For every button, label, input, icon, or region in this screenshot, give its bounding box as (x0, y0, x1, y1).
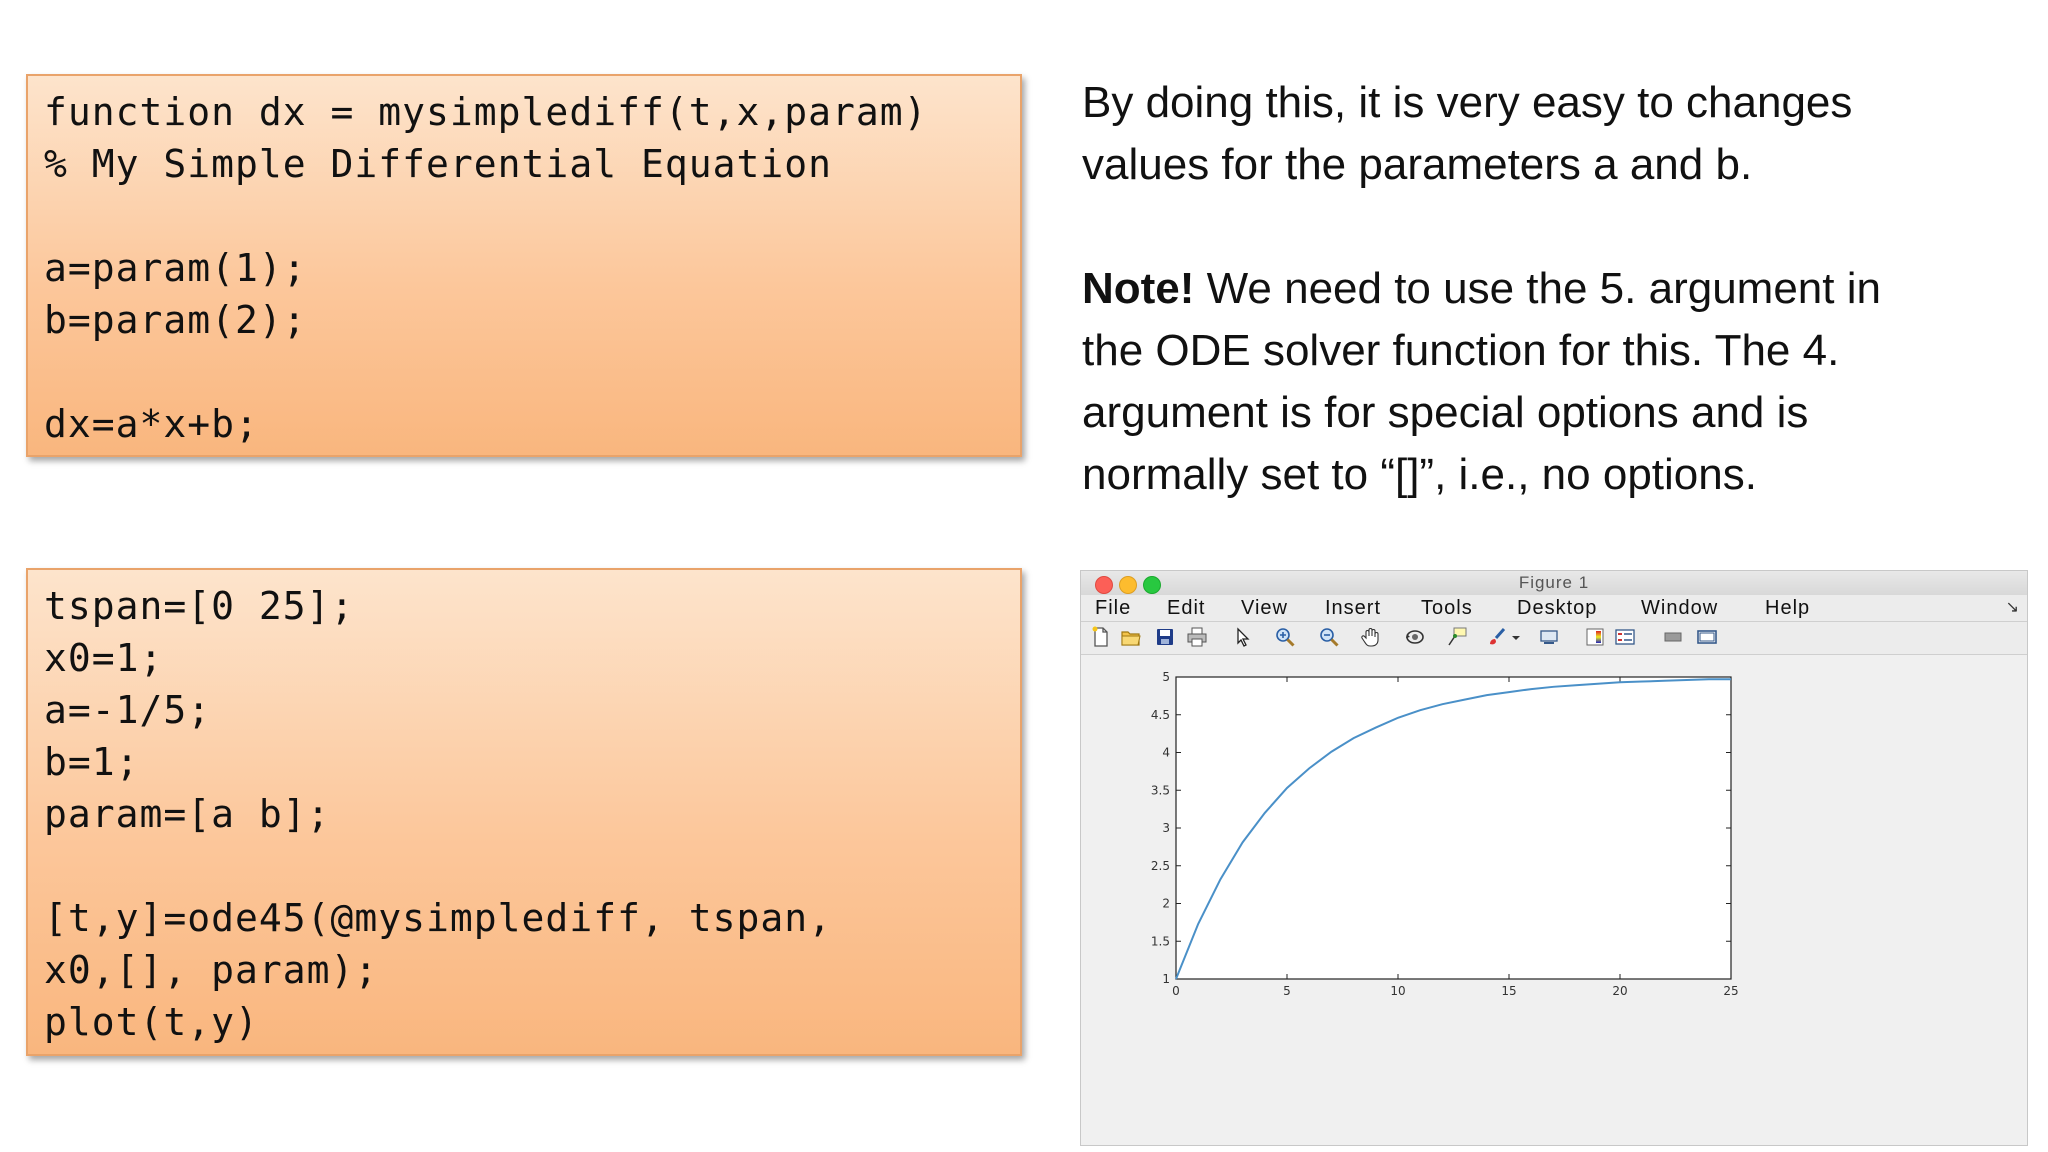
menu-file[interactable]: File (1095, 597, 1131, 620)
function-code-block: function dx = mysimplediff(t,x,param) % M… (26, 74, 1022, 457)
plot-area: 0 5 10 15 20 25 1 1.5 2 2.5 3 3.5 4 4.5 5 (1081, 655, 2027, 1145)
explanation-line: normally set to “[]”, i.e., no options. (1082, 450, 1757, 499)
print-icon[interactable] (1185, 625, 1209, 649)
code-line: tspan=[0 25]; (44, 584, 355, 628)
y-tick-label: 2 (1162, 897, 1170, 911)
script-code-block: tspan=[0 25]; x0=1; a=-1/5; b=1; param=[a b]… (26, 568, 1022, 1056)
window-title: Figure 1 (1518, 573, 1590, 592)
code-line: a=-1/5; (44, 688, 212, 732)
x-tick-label: 15 (1501, 984, 1516, 998)
zoom-in-icon[interactable] (1273, 625, 1297, 649)
save-icon[interactable] (1153, 625, 1177, 649)
colorbar-icon[interactable] (1583, 625, 1607, 649)
code-line: b=1; (44, 740, 140, 784)
menu-help[interactable]: Help (1765, 597, 1810, 620)
figure-toolbar (1081, 622, 2027, 655)
y-tick-label: 5 (1162, 670, 1170, 684)
axes-box (1175, 676, 1732, 980)
show-plot-tools-icon[interactable] (1695, 625, 1719, 649)
y-tick-label: 2.5 (1151, 859, 1170, 873)
menu-insert[interactable]: Insert (1325, 597, 1381, 620)
code-line: plot(t,y) (44, 1000, 259, 1044)
line-chart: 0 5 10 15 20 25 1 1.5 2 2.5 3 3.5 4 4.5 5 (1151, 670, 1739, 998)
note-label: Note! (1082, 264, 1195, 313)
menu-overflow-icon[interactable]: ↘ (2006, 597, 2019, 617)
y-tick-label: 4 (1162, 746, 1170, 760)
code-line: x0,[], param); (44, 948, 379, 992)
x-tick-label: 10 (1390, 984, 1405, 998)
code-line: [t,y]=ode45(@mysimplediff, tspan, (44, 896, 832, 940)
menu-view[interactable]: View (1241, 597, 1288, 620)
code-line: dx=a*x+b; (44, 402, 259, 446)
hide-plot-tools-icon[interactable] (1661, 625, 1685, 649)
x-tick-label: 0 (1172, 984, 1180, 998)
explanation-line: argument is for special options and is (1082, 388, 1809, 437)
brush-dropdown-icon[interactable] (1509, 625, 1523, 649)
y-tick-label: 3.5 (1151, 783, 1170, 797)
matlab-figure-window: Figure 1 File Edit View Insert Tools Des… (1080, 570, 2028, 1146)
explanation-line: values for the parameters a and b. (1082, 140, 1753, 189)
code-line: function dx = mysimplediff(t,x,param) (44, 90, 928, 134)
new-figure-icon[interactable] (1089, 625, 1113, 649)
explanation-line: the ODE solver function for this. The 4. (1082, 326, 1840, 375)
note-text: We need to use the 5. argument in (1194, 264, 1881, 313)
explanation-text: By doing this, it is very easy to change… (1082, 72, 2022, 506)
menu-tools[interactable]: Tools (1421, 597, 1473, 620)
note-line: Note! We need to use the 5. argument in (1082, 258, 2022, 320)
data-cursor-icon[interactable] (1445, 625, 1469, 649)
open-file-icon[interactable] (1119, 625, 1143, 649)
code-line: a=param(1); (44, 246, 307, 290)
menu-window[interactable]: Window (1641, 597, 1718, 620)
y-tick-label: 3 (1162, 821, 1170, 835)
y-tick-label: 1.5 (1151, 934, 1170, 948)
link-plot-icon[interactable] (1537, 625, 1561, 649)
code-line: param=[a b]; (44, 792, 331, 836)
code-line: b=param(2); (44, 298, 307, 342)
rotate-3d-icon[interactable] (1403, 625, 1427, 649)
menu-edit[interactable]: Edit (1167, 597, 1205, 620)
window-titlebar[interactable]: Figure 1 (1081, 571, 2027, 595)
y-tick-label: 1 (1162, 972, 1170, 986)
menu-desktop[interactable]: Desktop (1517, 597, 1597, 620)
x-tick-label: 5 (1283, 984, 1291, 998)
explanation-line: By doing this, it is very easy to change… (1082, 78, 1853, 127)
legend-icon[interactable] (1613, 625, 1637, 649)
pan-hand-icon[interactable] (1359, 625, 1383, 649)
x-tick-label: 25 (1723, 984, 1738, 998)
x-tick-label: 20 (1612, 984, 1627, 998)
zoom-out-icon[interactable] (1317, 625, 1341, 649)
y-tick-label: 4.5 (1151, 708, 1170, 722)
code-line: x0=1; (44, 636, 164, 680)
menu-bar: File Edit View Insert Tools Desktop Wind… (1081, 595, 2027, 622)
pointer-icon[interactable] (1231, 625, 1255, 649)
code-line: % My Simple Differential Equation (44, 142, 832, 186)
brush-icon[interactable] (1485, 625, 1509, 649)
